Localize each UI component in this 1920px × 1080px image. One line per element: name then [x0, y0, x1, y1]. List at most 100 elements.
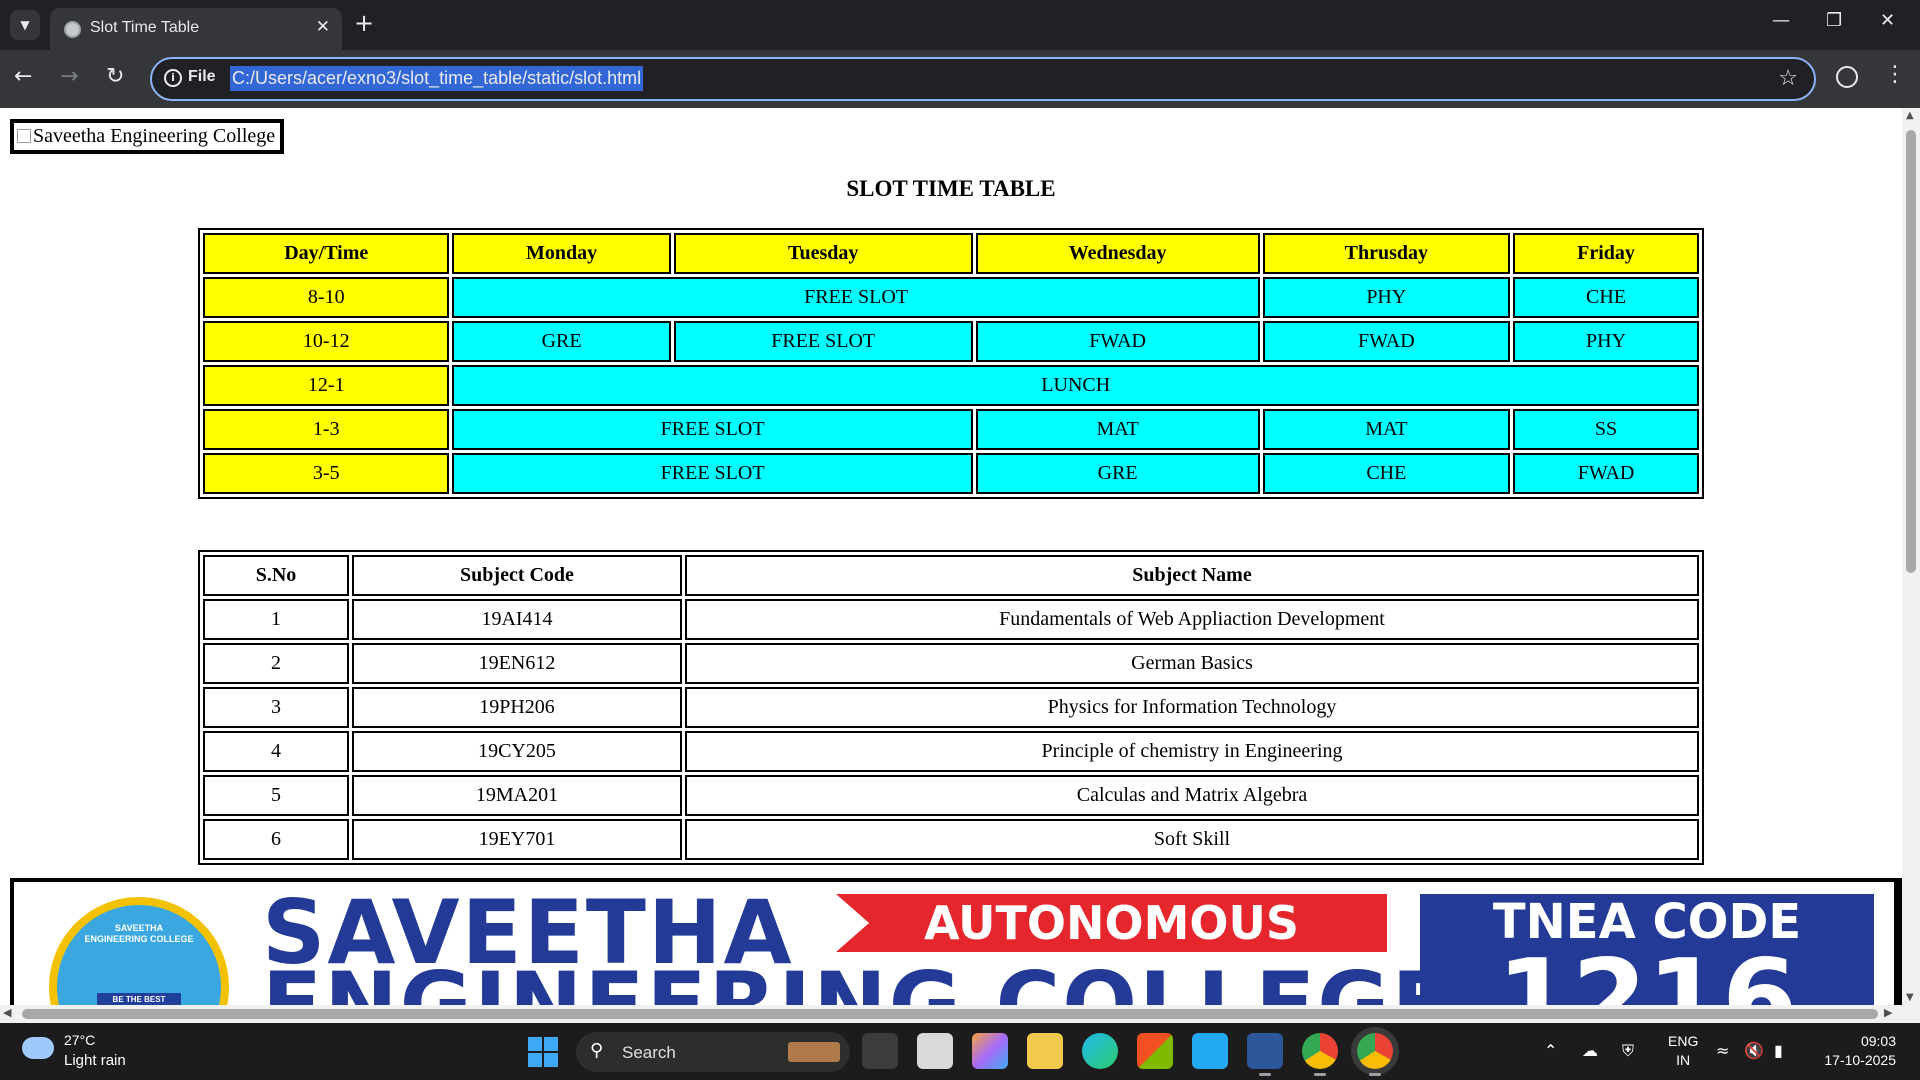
bookmark-star-icon[interactable]: ☆	[1778, 66, 1798, 91]
minimize-button[interactable]: —	[1772, 10, 1790, 31]
subject-name-cell: Fundamentals of Web Appliaction Developm…	[685, 599, 1699, 640]
close-tab-icon[interactable]: ✕	[316, 17, 330, 37]
class-slot-cell: SS	[1513, 409, 1699, 450]
taskbar: 27°C Light rain ⚲ Search ⌃ ☁ ⛨ ENG IN ≈ …	[0, 1023, 1920, 1080]
time-slot-cell: 12-1	[203, 365, 450, 406]
vscode-icon[interactable]	[1192, 1033, 1228, 1069]
timetable-header-cell: Thrusday	[1262, 233, 1511, 274]
chrome-icon[interactable]	[1302, 1033, 1338, 1076]
subject-name-cell: Soft Skill	[685, 819, 1699, 860]
forward-button[interactable]: →	[60, 64, 78, 89]
info-icon[interactable]: i	[164, 69, 182, 87]
close-window-button[interactable]: ✕	[1880, 10, 1895, 31]
timetable-header-cell: Friday	[1513, 233, 1699, 274]
subject-row: 2 19EN612 German Basics	[203, 643, 1699, 684]
task-view-icon[interactable]	[862, 1033, 898, 1069]
address-bar[interactable]: i File C:/Users/acer/exno3/slot_time_tab…	[150, 57, 1816, 101]
back-button[interactable]: ←	[14, 64, 32, 89]
browser-toolbar: ← → ↻ i File C:/Users/acer/exno3/slot_ti…	[0, 50, 1920, 108]
banner-tnea-box: TNEA CODE 1216	[1420, 894, 1874, 1005]
url-text[interactable]: C:/Users/acer/exno3/slot_time_table/stat…	[230, 66, 644, 91]
copilot-icon[interactable]	[972, 1033, 1008, 1069]
subject-code-cell: 19PH206	[352, 687, 682, 728]
timetable-row: 10-12 GRE FREE SLOT FWAD FWAD PHY	[203, 321, 1699, 362]
scroll-right-arrow-icon[interactable]: ▶	[1884, 1006, 1892, 1019]
subject-sno-cell: 3	[203, 687, 349, 728]
subject-row: 1 19AI414 Fundamentals of Web Appliaction …	[203, 599, 1699, 640]
globe-icon	[64, 21, 81, 38]
wifi-icon[interactable]: ≈	[1716, 1041, 1729, 1060]
timetable-body: 8-10 FREE SLOT PHY CHE 10-12 GRE FREE SLOT FWAD…	[203, 277, 1699, 494]
timetable-row: 3-5 FREE SLOT GRE CHE FWAD	[203, 453, 1699, 494]
clock-time: 09:03	[1860, 1033, 1896, 1049]
security-shield-icon[interactable]: ⛨	[1622, 1041, 1634, 1061]
subject-header-cell: S.No	[203, 555, 349, 596]
subject-row: 3 19PH206 Physics for Information Technolo…	[203, 687, 1699, 728]
language-indicator[interactable]: ENG IN	[1668, 1032, 1698, 1070]
time-slot-cell: 8-10	[203, 277, 450, 318]
profile-icon[interactable]	[1836, 66, 1858, 88]
speaker-muted-icon[interactable]: 🔇	[1744, 1041, 1764, 1060]
widgets-app-icon[interactable]	[917, 1033, 953, 1069]
menu-dots-icon[interactable]: ⋮	[1884, 62, 1906, 87]
class-slot-cell: FREE SLOT	[452, 277, 1260, 318]
scroll-down-arrow-icon[interactable]: ▼	[1906, 992, 1914, 1003]
search-highlight-icon	[788, 1042, 840, 1062]
vertical-scroll-thumb[interactable]	[1906, 130, 1916, 573]
page-viewport: Saveetha Engineering College SLOT TIME T…	[0, 108, 1902, 1005]
scheme-chip: File	[188, 68, 216, 85]
class-slot-cell: FREE SLOT	[452, 409, 973, 450]
tray-overflow-chevron-icon[interactable]: ⌃	[1544, 1041, 1557, 1060]
word-icon[interactable]	[1247, 1033, 1283, 1076]
new-tab-button[interactable]: +	[354, 9, 374, 37]
timetable-row: 1-3 FREE SLOT MAT MAT SS	[203, 409, 1699, 450]
weather-cloud-icon[interactable]	[22, 1037, 54, 1059]
subject-code-cell: 19MA201	[352, 775, 682, 816]
battery-icon[interactable]: ▮	[1774, 1041, 1783, 1060]
class-slot-cell: LUNCH	[452, 365, 1699, 406]
subject-sno-cell: 5	[203, 775, 349, 816]
subject-name-cell: Calculas and Matrix Algebra	[685, 775, 1699, 816]
subject-code-cell: 19EY701	[352, 819, 682, 860]
seal-motto-text: BE THE BEST	[112, 995, 166, 1004]
tab-search-button[interactable]: ▼	[10, 10, 40, 40]
subject-row: 4 19CY205 Principle of chemistry in Engine…	[203, 731, 1699, 772]
time-slot-cell: 3-5	[203, 453, 450, 494]
microsoft-store-icon[interactable]	[1137, 1033, 1173, 1069]
horizontal-scroll-thumb[interactable]	[22, 1009, 1878, 1019]
college-seal-icon: SAVEETHA ENGINEERING COLLEGE BE THE BEST…	[49, 897, 229, 1005]
scroll-left-arrow-icon[interactable]: ◀	[3, 1006, 11, 1019]
search-icon: ⚲	[590, 1040, 604, 1061]
restore-button[interactable]: ❐	[1826, 10, 1842, 31]
system-clock[interactable]: 09:03 17-10-2025	[1816, 1032, 1896, 1070]
reload-button[interactable]: ↻	[106, 64, 124, 89]
language-code: ENG	[1668, 1033, 1699, 1049]
browser-tab[interactable]: Slot Time Table ✕	[50, 8, 342, 50]
timetable-header-cell: Tuesday	[673, 233, 973, 274]
class-slot-cell: FWAD	[1262, 321, 1511, 362]
time-slot-cell: 10-12	[203, 321, 450, 362]
tab-strip: ▼ Slot Time Table ✕ + — ❐ ✕	[0, 0, 1920, 50]
horizontal-scrollbar[interactable]: ◀ ▶	[0, 1005, 1920, 1023]
subject-table: S.No Subject Code Subject Name 1 19AI414 F…	[198, 550, 1704, 865]
weather-description[interactable]: Light rain	[64, 1052, 126, 1069]
tab-title: Slot Time Table	[90, 19, 200, 36]
timetable: Day/Time Monday Tuesday Wednesday Thrusd…	[198, 228, 1704, 499]
onedrive-icon[interactable]: ☁	[1582, 1041, 1598, 1060]
college-banner: SAVEETHA ENGINEERING COLLEGE BE THE BEST…	[10, 878, 1902, 1005]
weather-temperature[interactable]: 27°C	[64, 1032, 95, 1048]
file-explorer-icon[interactable]	[1027, 1033, 1063, 1069]
scroll-up-arrow-icon[interactable]: ▲	[1906, 110, 1914, 121]
broken-image-icon	[17, 129, 31, 143]
edge-browser-icon[interactable]	[1082, 1033, 1118, 1069]
subject-sno-cell: 1	[203, 599, 349, 640]
taskbar-search[interactable]: ⚲ Search	[576, 1032, 850, 1072]
windows-start-icon[interactable]	[528, 1037, 558, 1067]
timetable-header-cell: Wednesday	[975, 233, 1260, 274]
timetable-header-row: Day/Time Monday Tuesday Wednesday Thrusd…	[203, 233, 1699, 274]
time-slot-cell: 1-3	[203, 409, 450, 450]
seal-motto: BE THE BEST 2001	[97, 993, 181, 1005]
vertical-scrollbar[interactable]: ▲ ▼	[1902, 108, 1920, 1005]
timetable-header-cell: Monday	[452, 233, 671, 274]
chrome-active-icon[interactable]	[1357, 1033, 1393, 1076]
